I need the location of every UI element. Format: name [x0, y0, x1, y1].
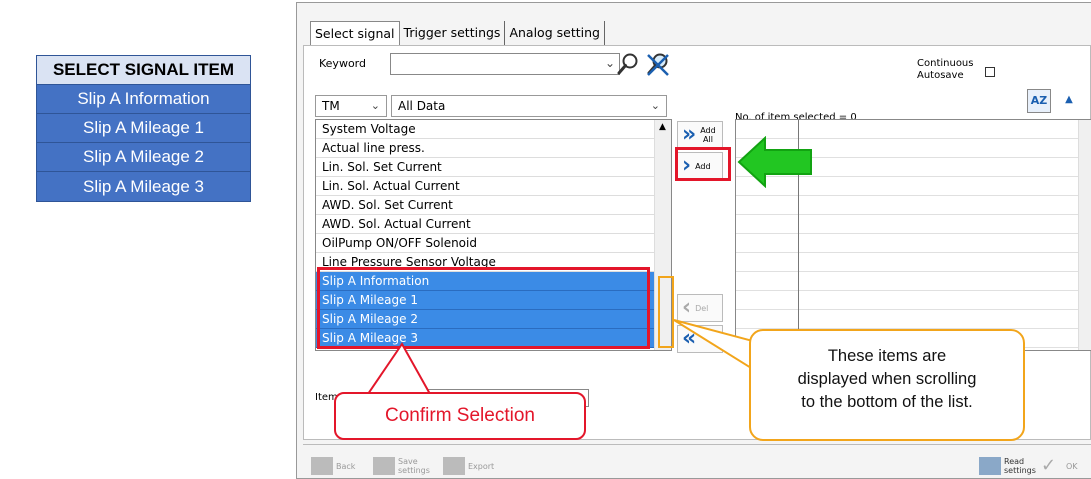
list-item[interactable] — [736, 272, 1091, 291]
list-item[interactable] — [736, 310, 1091, 329]
confirm-selection-callout: Confirm Selection — [334, 392, 586, 440]
read-settings-label: Read settings — [1004, 457, 1036, 475]
home-icon — [311, 457, 333, 475]
read-settings-icon — [979, 457, 1001, 475]
keyword-input[interactable]: ⌄ — [390, 53, 620, 75]
read-line1: Read — [1004, 457, 1025, 466]
del-label: Del — [695, 303, 709, 313]
signal-item-row: Slip A Information — [37, 85, 250, 114]
list-item[interactable]: Lin. Sol. Actual Current — [316, 177, 656, 196]
read-line2: settings — [1004, 466, 1036, 475]
list-item[interactable] — [736, 196, 1091, 215]
scroll-note-line: to the bottom of the list. — [801, 393, 973, 411]
scroll-up-icon[interactable]: ▲ — [659, 122, 666, 132]
list-item[interactable]: AWD. Sol. Set Current — [316, 196, 656, 215]
signal-item-table-header: SELECT SIGNAL ITEM — [37, 56, 250, 85]
autosave-text: Autosave — [917, 70, 964, 81]
continuous-autosave-label: Continuous Autosave — [917, 58, 973, 82]
ok-button[interactable]: ✓ OK — [1041, 455, 1078, 477]
signal-item-row: Slip A Mileage 3 — [37, 172, 250, 201]
filter-select[interactable]: All Data ⌄ — [391, 95, 667, 117]
tab-trigger-settings[interactable]: Trigger settings — [399, 21, 506, 45]
scroll-note-line: displayed when scrolling — [797, 370, 977, 388]
chevron-down-icon: ⌄ — [370, 99, 380, 112]
list-item[interactable]: Actual line press. — [316, 139, 656, 158]
export-button[interactable]: Export — [443, 455, 494, 477]
double-chevron-right-icon: » — [682, 122, 697, 147]
list-item[interactable]: OilPump ON/OFF Solenoid — [316, 234, 656, 253]
checkmark-icon: ✓ — [1041, 455, 1057, 476]
list-item[interactable] — [736, 253, 1091, 272]
signal-item-table: SELECT SIGNAL ITEM Slip A Information Sl… — [36, 55, 251, 202]
save-line1: Save — [398, 457, 418, 466]
scroll-note-callout: These items are displayed when scrolling… — [749, 329, 1025, 441]
list-item[interactable] — [736, 234, 1091, 253]
filter-select-value: All Data — [398, 99, 446, 113]
search-icon[interactable] — [616, 52, 640, 76]
chevron-down-icon[interactable]: ⌄ — [605, 56, 615, 70]
save-settings-button[interactable]: Save settings — [373, 455, 430, 477]
add-all-line2: All — [703, 135, 713, 144]
tab-select-signal[interactable]: Select signal — [310, 21, 400, 45]
selected-list-scrollbar[interactable] — [1078, 120, 1091, 350]
bottom-toolbar: Back Save settings Export Read settings … — [303, 444, 1091, 478]
category-select-value: TM — [322, 99, 340, 113]
tab-bar: Select signal Trigger settings Analog se… — [310, 21, 605, 45]
read-settings-button[interactable]: Read settings — [979, 455, 1036, 477]
signal-item-row: Slip A Mileage 2 — [37, 143, 250, 172]
ok-label: OK — [1066, 461, 1078, 471]
list-item[interactable] — [736, 291, 1091, 310]
back-button[interactable]: Back — [311, 455, 355, 477]
folder-icon — [373, 457, 395, 475]
signal-item-row: Slip A Mileage 1 — [37, 114, 250, 143]
save-settings-label: Save settings — [398, 457, 430, 475]
sort-az-icon[interactable]: AZ — [1027, 89, 1051, 113]
scroll-note-line: These items are — [827, 347, 947, 365]
list-item[interactable]: System Voltage — [316, 120, 656, 139]
add-button-highlight-box — [675, 147, 731, 181]
keyword-label: Keyword — [319, 57, 366, 70]
continuous-autosave-checkbox[interactable] — [985, 67, 995, 77]
list-item[interactable]: AWD. Sol. Actual Current — [316, 215, 656, 234]
selection-highlight-box — [317, 267, 650, 349]
sort-custom-icon[interactable]: ▲ — [1057, 89, 1081, 113]
save-line2: settings — [398, 466, 430, 475]
tab-analog-setting[interactable]: Analog setting — [505, 21, 605, 45]
back-label: Back — [336, 461, 356, 471]
add-all-button[interactable]: » Add All — [677, 121, 723, 149]
list-item[interactable]: Lin. Sol. Set Current — [316, 158, 656, 177]
clear-search-icon[interactable] — [645, 52, 671, 78]
green-arrow-icon — [737, 136, 812, 188]
export-label: Export — [468, 461, 495, 471]
list-item[interactable] — [736, 215, 1091, 234]
add-all-line1: Add — [700, 126, 716, 135]
continuous-text: Continuous — [917, 58, 974, 69]
callout-pointer — [366, 342, 432, 396]
add-all-label: Add All — [700, 126, 716, 144]
chevron-down-icon: ⌄ — [650, 99, 660, 112]
export-icon — [443, 457, 465, 475]
category-select[interactable]: TM ⌄ — [315, 95, 387, 117]
